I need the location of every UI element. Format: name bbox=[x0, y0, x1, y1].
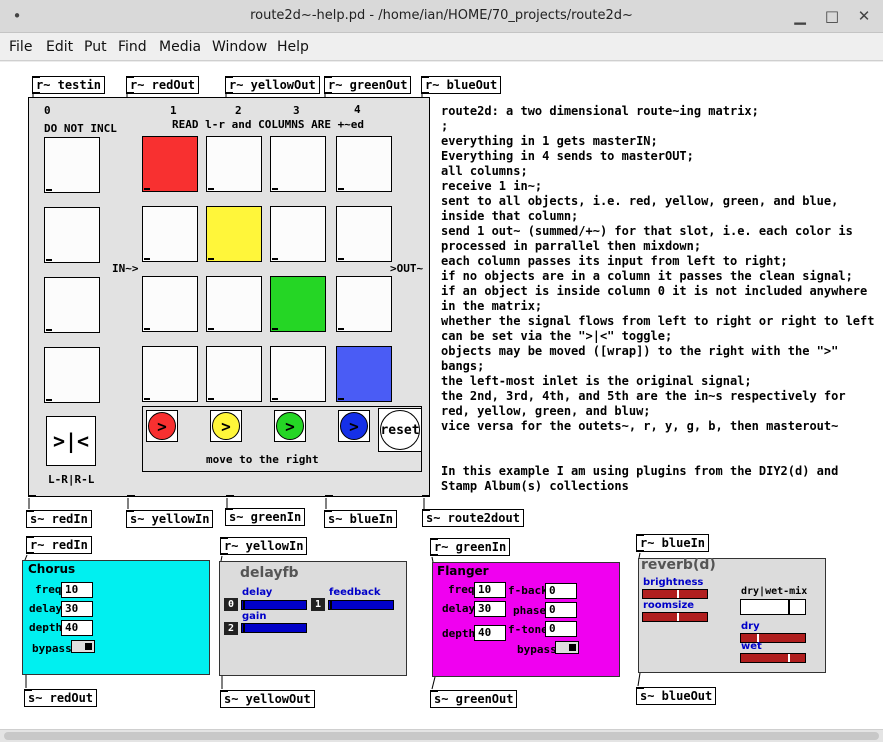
reverb-roomsize-knob bbox=[677, 613, 679, 621]
chorus-depth-label: depth bbox=[29, 621, 63, 634]
comment-line: all columns; bbox=[441, 164, 528, 178]
comment-line: in the matrix; bbox=[441, 299, 543, 313]
comment-line: the left-most inlet is the original sign… bbox=[441, 374, 752, 388]
flanger-bypass-label: bypass bbox=[517, 643, 557, 656]
flanger-delay-numbox[interactable]: 30 bbox=[474, 601, 506, 617]
chorus-title: Chorus bbox=[28, 562, 76, 576]
chorus-freq-numbox[interactable]: 10 bbox=[61, 582, 93, 598]
flanger-freq-label: freq bbox=[448, 583, 475, 596]
comment-line: receive 1 in~; bbox=[441, 179, 543, 193]
comment-line: Everything in 4 sends to masterOUT; bbox=[441, 149, 694, 163]
chorus-plugin bbox=[22, 560, 210, 675]
flanger-freq-numbox[interactable]: 10 bbox=[474, 582, 506, 598]
delayfb-delay-knob bbox=[243, 601, 245, 609]
delayfb-delay-number: 0 bbox=[224, 598, 238, 611]
comment-line: each column passes its input from left t… bbox=[441, 254, 788, 268]
flanger-title: Flanger bbox=[437, 564, 489, 578]
comment-line: the 2nd, 3rd, 4th, and 5th are the in~s … bbox=[441, 389, 846, 403]
comment-line: can be set via the ">|<" toggle; bbox=[441, 329, 673, 343]
send-blueout[interactable]: s~ blueOut bbox=[636, 687, 717, 705]
flanger-phase-label: phase bbox=[513, 604, 547, 617]
reverb-brightness-label: brightness bbox=[643, 577, 704, 588]
reverb-brightness-slider[interactable] bbox=[642, 589, 708, 599]
reverb-title: reverb(d) bbox=[641, 557, 716, 573]
send-greenout[interactable]: s~ greenOut bbox=[430, 690, 518, 708]
reverb-roomsize-label: roomsize bbox=[643, 600, 695, 611]
receive-greenin[interactable]: r~ greenIn bbox=[430, 538, 511, 556]
flanger-fback-numbox[interactable]: 0 bbox=[545, 583, 577, 599]
delayfb-gain-label: gain bbox=[242, 611, 267, 622]
send-redin[interactable]: s~ redIn bbox=[26, 510, 92, 528]
reverb-roomsize-slider[interactable] bbox=[642, 612, 708, 622]
delayfb-gain-knob bbox=[243, 624, 245, 632]
flanger-delay-label: delay bbox=[442, 602, 476, 615]
send-bluein[interactable]: s~ blueIn bbox=[324, 510, 398, 528]
flanger-depth-label: depth bbox=[442, 627, 476, 640]
delayfb-feedback-number: 1 bbox=[311, 598, 325, 611]
chorus-delay-numbox[interactable]: 30 bbox=[61, 601, 93, 617]
reverb-wet-slider[interactable] bbox=[740, 653, 806, 663]
flanger-bypass-toggle[interactable] bbox=[555, 641, 579, 654]
delayfb-feedback-slider[interactable] bbox=[328, 600, 394, 610]
comment-line: ; bbox=[441, 119, 449, 133]
chorus-delay-label: delay bbox=[29, 602, 63, 615]
comment-line: everything in 1 gets masterIN; bbox=[441, 134, 658, 148]
scrollbar-thumb[interactable] bbox=[4, 732, 879, 740]
send-greenin[interactable]: s~ greenIn bbox=[225, 508, 306, 526]
reverb-drywet-slider[interactable] bbox=[740, 599, 806, 615]
chorus-freq-label: freq bbox=[35, 583, 62, 596]
comment-line: sent to all objects, i.e. red, yellow, g… bbox=[441, 194, 839, 208]
flanger-ftone-numbox[interactable]: 0 bbox=[545, 621, 577, 637]
chorus-bypass-toggle[interactable] bbox=[71, 640, 95, 653]
comment-line: whether the signal flows from left to ri… bbox=[441, 314, 875, 328]
comment-line bbox=[441, 434, 874, 449]
horizontal-scrollbar[interactable] bbox=[0, 729, 883, 742]
chorus-bypass-label: bypass bbox=[32, 642, 72, 655]
delayfb-title: delayfb bbox=[240, 565, 299, 581]
comment-line: if an object is inside column 0 it is no… bbox=[441, 284, 868, 298]
comment-line: objects may be moved ([wrap]) to the rig… bbox=[441, 344, 839, 358]
delayfb-feedback-label: feedback bbox=[329, 587, 381, 598]
comment-line: bangs; bbox=[441, 359, 485, 373]
send-redout[interactable]: s~ redOut bbox=[24, 689, 98, 707]
flanger-phase-numbox[interactable]: 0 bbox=[545, 602, 577, 618]
send-route2dout[interactable]: s~ route2dout bbox=[422, 509, 524, 527]
send-yellowout[interactable]: s~ yellowOut bbox=[220, 690, 315, 708]
delayfb-gain-number: 2 bbox=[224, 622, 238, 635]
chorus-depth-numbox[interactable]: 40 bbox=[61, 620, 93, 636]
flanger-fback-label: f-back bbox=[508, 584, 548, 597]
reverb-wet-knob bbox=[788, 654, 790, 662]
comment-line: if no objects are in a column it passes … bbox=[441, 269, 853, 283]
delayfb-delay-label: delay bbox=[242, 587, 273, 598]
receive-yellowin[interactable]: r~ yellowIn bbox=[220, 537, 308, 555]
reverb-drywet-knob bbox=[788, 600, 790, 614]
delayfb-gain-slider[interactable] bbox=[241, 623, 307, 633]
comment-line: route2d: a two dimensional route~ing mat… bbox=[441, 104, 759, 118]
flanger-depth-numbox[interactable]: 40 bbox=[474, 625, 506, 641]
comment-line: red, yellow, green, and bluw; bbox=[441, 404, 651, 418]
receive-bluein[interactable]: r~ blueIn bbox=[636, 534, 710, 552]
help-comment: route2d: a two dimensional route~ing mat… bbox=[441, 104, 874, 494]
send-yellowin[interactable]: s~ yellowIn bbox=[126, 510, 214, 528]
reverb-wet-label: wet bbox=[741, 641, 762, 652]
comment-line: vice versa for the outets~, r, y, g, b, … bbox=[441, 419, 839, 433]
delayfb-feedback-knob bbox=[330, 601, 332, 609]
comment-line: inside that column; bbox=[441, 209, 579, 223]
reverb-drywet-label: dry|wet-mix bbox=[741, 586, 808, 597]
comment-line: In this example I am using plugins from … bbox=[441, 464, 839, 478]
comment-line bbox=[441, 449, 874, 464]
flanger-ftone-label: f-tone bbox=[508, 623, 548, 636]
flanger-plugin bbox=[432, 562, 620, 677]
reverb-brightness-knob bbox=[677, 590, 679, 598]
delayfb-delay-slider[interactable] bbox=[241, 600, 307, 610]
comment-line: processed in parrallel then mixdown; bbox=[441, 239, 702, 253]
comment-line: send 1 out~ (summed/+~) for that slot, i… bbox=[441, 224, 853, 238]
receive-redin[interactable]: r~ redIn bbox=[26, 536, 92, 554]
comment-line: Stamp Album(s) collections bbox=[441, 479, 629, 493]
reverb-dry-label: dry bbox=[741, 621, 760, 632]
